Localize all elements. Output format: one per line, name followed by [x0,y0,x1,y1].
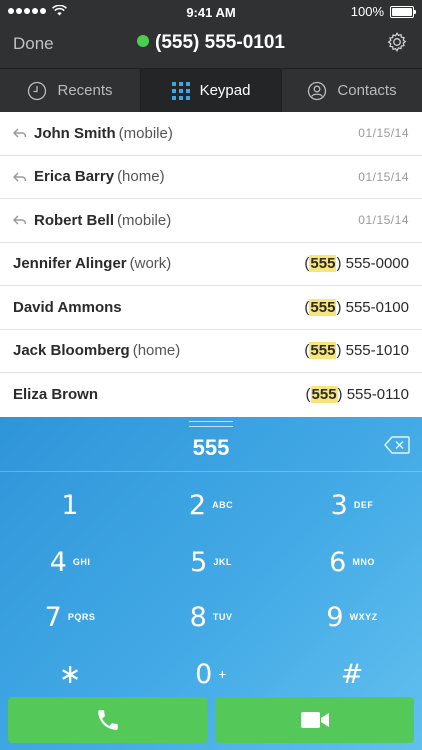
key-digit: 4 [49,546,67,578]
contact-phone: (555) 555-0000 [304,255,409,273]
search-match-highlight: 555 [309,255,337,273]
key-letters: MNO [352,557,375,567]
key-digit: 0 [195,658,213,690]
tab-contacts[interactable]: Contacts [282,69,422,112]
contact-phone: (555) 555-0110 [305,386,409,404]
search-match-highlight: 555 [310,386,338,404]
tab-label: Recents [57,82,113,99]
contact-name: Erica Barry [34,168,115,186]
key-7[interactable]: 7 PQRS [0,592,140,642]
phone-type: (home) [117,168,165,186]
call-header: Done (555) 555-0101 [0,24,422,68]
contact-row[interactable]: Eliza Brown (555) 555-0110 [0,373,422,417]
key-digit: # [340,658,364,690]
call-date: 01/15/14 [358,169,409,184]
phone-type: (mobile) [118,124,173,142]
keypad-grid-icon [171,81,190,100]
call-actions [0,697,422,750]
key-digit: 7 [44,601,62,633]
key-digit: 6 [329,546,347,578]
key-digit: 5 [190,546,208,578]
call-date: 01/15/14 [358,126,409,141]
video-camera-icon [300,712,329,728]
call-date: 01/15/14 [358,213,409,228]
reply-arrow-icon [13,172,27,182]
key-digit: 3 [330,489,348,521]
key-0[interactable]: 0 + [141,649,281,699]
key-digit: 8 [189,601,207,633]
battery-icon [390,5,416,18]
key-4[interactable]: 4 GHI [0,537,140,587]
dialed-number: 555 [192,435,230,460]
contact-name: David Ammons [13,298,122,316]
key-letters: DEF [353,500,374,510]
keypad-divider [0,471,422,472]
clock-icon [28,81,47,100]
key-5[interactable]: 5 JKL [141,537,281,587]
results-list: John Smith (mobile) 01/15/14 Erica Barry… [0,112,422,417]
key-digit: 9 [326,601,344,633]
phone-type: (home) [132,342,181,360]
search-match-highlight: 555 [309,342,337,360]
contact-name: Jack Bloomberg [13,342,130,360]
key-letters: TUV [212,612,233,622]
contact-row[interactable]: Jennifer Alinger (work) (555) 555-0000 [0,243,422,286]
online-status-icon [137,35,150,47]
key-3[interactable]: 3 DEF [282,480,422,530]
key-hash[interactable]: # [282,649,422,699]
backspace-icon[interactable] [384,436,410,454]
top-bar: 9:41 AM 100% Done (555) 555-0101 Recents [0,0,422,112]
key-letters: ABC [212,500,234,510]
contact-phone: (555) 555-1010 [304,342,409,360]
key-9[interactable]: 9 WXYZ [282,592,422,642]
search-match-highlight: 555 [309,298,337,316]
reply-arrow-icon [13,215,27,225]
key-star[interactable]: ∗ [0,649,140,699]
key-6[interactable]: 6 MNO [282,537,422,587]
key-2[interactable]: 2 ABC [141,480,281,530]
gear-icon[interactable] [386,31,408,53]
status-bar: 9:41 AM 100% [0,0,422,24]
key-letters: JKL [213,557,232,567]
contact-name: Eliza Brown [13,386,99,404]
video-call-button[interactable] [215,697,414,743]
voice-call-button[interactable] [8,697,207,743]
contact-name: Jennifer Alinger [13,255,127,273]
recent-call-row[interactable]: John Smith (mobile) 01/15/14 [0,112,422,156]
key-1[interactable]: 1 [0,480,140,530]
recent-call-row[interactable]: Robert Bell (mobile) 01/15/14 [0,199,422,243]
contact-name: Robert Bell [34,211,115,229]
phone-handset-icon [97,710,118,730]
tab-label: Contacts [337,82,397,99]
key-digit: ∗ [58,658,82,690]
contact-name: John Smith [34,124,116,142]
key-letters: + [218,666,227,682]
person-icon [308,81,327,100]
key-letters: WXYZ [349,612,378,622]
drag-handle[interactable] [189,421,233,427]
contact-row[interactable]: David Ammons (555) 555-0100 [0,286,422,330]
phone-type: (mobile) [117,211,172,229]
tab-label: Keypad [199,82,251,99]
active-call-number: (555) 555-0101 [0,32,422,54]
key-letters: PQRS [67,612,96,622]
contact-row[interactable]: Jack Bloomberg (home) (555) 555-1010 [0,330,422,373]
battery-status: 100% [350,4,416,19]
tab-bar: Recents Keypad Contacts [0,68,422,112]
key-8[interactable]: 8 TUV [141,592,281,642]
key-digit: 2 [188,489,207,521]
key-digit: 1 [61,489,79,521]
recent-call-row[interactable]: Erica Barry (home) 01/15/14 [0,156,422,199]
tab-keypad[interactable]: Keypad [141,69,282,112]
tab-recents[interactable]: Recents [0,69,141,112]
phone-type: (work) [129,255,172,273]
reply-arrow-icon [13,128,27,138]
caller-number-text: (555) 555-0101 [155,32,285,53]
contact-phone: (555) 555-0100 [304,298,409,316]
battery-percent: 100% [350,4,384,19]
key-letters: GHI [72,557,91,567]
